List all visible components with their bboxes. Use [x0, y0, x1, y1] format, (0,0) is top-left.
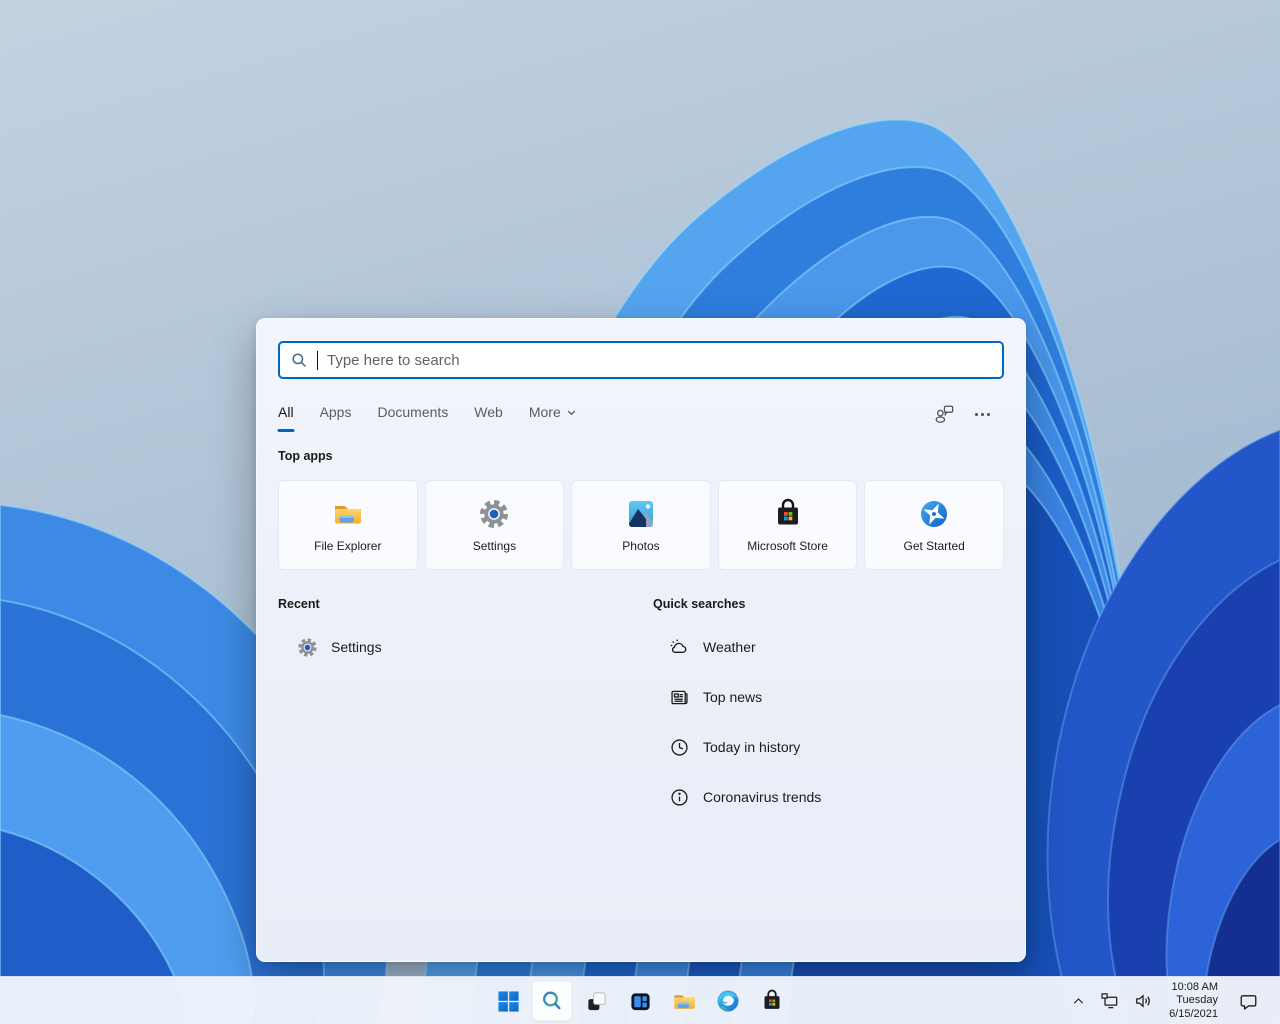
lower-columns: Recent Settings Quick searches: [278, 597, 1004, 809]
widgets-icon: [629, 990, 652, 1013]
clock-time: 10:08 AM: [1169, 981, 1218, 994]
chevron-down-icon: [566, 407, 577, 418]
task-view-button[interactable]: [576, 981, 616, 1021]
tab-documents[interactable]: Documents: [377, 404, 448, 432]
search-icon: [540, 989, 564, 1013]
top-app-label: Microsoft Store: [747, 539, 828, 553]
search-icon: [290, 351, 308, 369]
tab-apps[interactable]: Apps: [320, 404, 352, 432]
tab-more[interactable]: More: [529, 404, 577, 432]
news-icon: [668, 686, 690, 708]
quick-search-label: Coronavirus trends: [703, 789, 821, 805]
quick-search-label: Weather: [703, 639, 756, 655]
tab-web-label: Web: [474, 404, 503, 420]
tray-overflow-button[interactable]: [1067, 981, 1090, 1021]
edge-button[interactable]: [708, 981, 748, 1021]
quick-search-weather[interactable]: Weather: [668, 635, 1004, 659]
active-tab-underline: [277, 429, 294, 432]
top-app-label: Photos: [622, 539, 659, 553]
tab-more-label: More: [529, 404, 561, 420]
history-clock-icon: [668, 736, 690, 758]
tab-web[interactable]: Web: [474, 404, 503, 432]
chevron-up-icon: [1070, 993, 1087, 1010]
file-explorer-icon: [672, 989, 697, 1014]
clock-day: Tuesday: [1169, 994, 1218, 1007]
widgets-button[interactable]: [620, 981, 660, 1021]
desktop: All Apps Documents Web More: [0, 0, 1280, 1024]
top-app-microsoft-store[interactable]: Microsoft Store: [718, 480, 858, 570]
tab-all[interactable]: All: [278, 404, 294, 432]
microsoft-store-icon: [772, 498, 804, 530]
taskbar: 10:08 AM Tuesday 6/15/2021: [0, 976, 1280, 1024]
quick-searches-section: Quick searches Weather: [653, 597, 1004, 809]
account-feedback-icon[interactable]: [933, 404, 955, 424]
file-explorer-button[interactable]: [664, 981, 704, 1021]
get-started-icon: [918, 498, 950, 530]
photos-icon: [625, 498, 657, 530]
info-icon: [668, 786, 690, 808]
volume-button[interactable]: [1130, 981, 1156, 1021]
start-icon: [497, 990, 520, 1013]
search-button[interactable]: [532, 981, 572, 1021]
settings-gear-icon: [478, 498, 510, 530]
settings-gear-icon: [296, 636, 318, 658]
quick-search-coronavirus-trends[interactable]: Coronavirus trends: [668, 785, 1004, 809]
tab-apps-label: Apps: [320, 404, 352, 420]
notifications-button[interactable]: [1235, 981, 1262, 1021]
quick-search-label: Top news: [703, 689, 762, 705]
text-caret: [317, 351, 318, 370]
volume-icon: [1133, 991, 1153, 1011]
top-app-label: Get Started: [903, 539, 964, 553]
top-app-settings[interactable]: Settings: [425, 480, 565, 570]
quick-search-today-in-history[interactable]: Today in history: [668, 735, 1004, 759]
tab-all-label: All: [278, 404, 294, 420]
search-input[interactable]: [327, 352, 992, 369]
top-app-label: Settings: [473, 539, 516, 553]
quick-search-top-news[interactable]: Top news: [668, 685, 1004, 709]
clock-date: 6/15/2021: [1169, 1008, 1218, 1021]
edge-icon: [716, 989, 740, 1013]
top-app-photos[interactable]: Photos: [571, 480, 711, 570]
taskbar-clock[interactable]: 10:08 AM Tuesday 6/15/2021: [1169, 981, 1218, 1021]
top-app-file-explorer[interactable]: File Explorer: [278, 480, 418, 570]
quick-search-label: Today in history: [703, 739, 800, 755]
system-tray: 10:08 AM Tuesday 6/15/2021: [1067, 977, 1280, 1024]
top-app-get-started[interactable]: Get Started: [864, 480, 1004, 570]
quick-searches-label: Quick searches: [653, 597, 1004, 611]
start-button[interactable]: [488, 981, 528, 1021]
task-view-icon: [585, 990, 608, 1013]
search-flyout: All Apps Documents Web More: [256, 318, 1026, 962]
network-icon: [1100, 991, 1120, 1011]
network-button[interactable]: [1097, 981, 1123, 1021]
tab-documents-label: Documents: [377, 404, 448, 420]
more-options-icon[interactable]: [973, 409, 992, 420]
search-tabs-row: All Apps Documents Web More: [278, 404, 1004, 432]
search-box[interactable]: [278, 341, 1004, 379]
recent-section: Recent Settings: [278, 597, 653, 809]
store-button[interactable]: [752, 981, 792, 1021]
top-apps-label: Top apps: [278, 449, 1004, 463]
recent-item-label: Settings: [331, 639, 382, 655]
top-apps-grid: File Explorer Settings Photos Microsoft …: [278, 480, 1004, 570]
microsoft-store-icon: [760, 989, 784, 1013]
notifications-icon: [1238, 991, 1259, 1012]
top-app-label: File Explorer: [314, 539, 381, 553]
recent-item-settings[interactable]: Settings: [296, 635, 653, 659]
recent-label: Recent: [278, 597, 653, 611]
file-explorer-icon: [332, 498, 364, 530]
weather-icon: [668, 636, 690, 658]
